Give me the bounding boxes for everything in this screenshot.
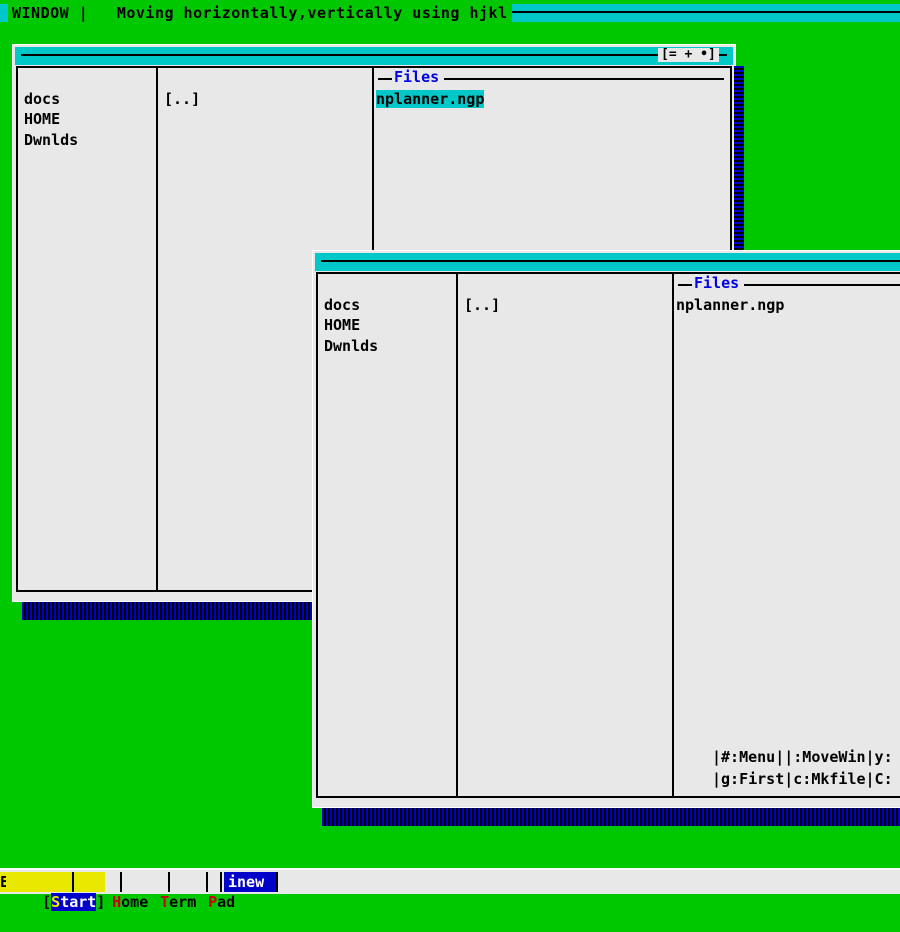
window-shadow-right — [734, 66, 744, 280]
topbar-accent-left — [0, 4, 8, 22]
task-home-hotkey: H — [112, 893, 122, 911]
task-pad-label: ad — [217, 893, 236, 911]
taskbar: E [Start] Home Term Pad inew — [0, 868, 900, 911]
file-manager-window-front[interactable]: docs HOME Dwnlds [..] Files nplanner.ngp… — [312, 250, 900, 830]
start-bracket-open: [ — [42, 893, 52, 911]
mode-label: WINDOW | Moving horizontally,vertically … — [12, 4, 508, 22]
start-hotkey: S — [51, 893, 61, 911]
window-shadow-bottom — [22, 602, 322, 620]
window-titlebar[interactable] — [15, 47, 733, 65]
files-header: Files — [674, 274, 900, 292]
list-item-parent-dir[interactable]: [..] — [464, 296, 500, 314]
list-item[interactable]: HOME — [24, 110, 60, 128]
files-title: Files — [692, 274, 742, 292]
top-status-bar: WINDOW | Moving horizontally,vertically … — [0, 0, 900, 28]
list-item-selected[interactable]: nplanner.ngp — [376, 90, 485, 108]
list-item[interactable]: Dwnlds — [324, 337, 378, 355]
files-header: Files — [374, 68, 730, 86]
keybind-hint-line-1: |#:Menu||:MoveWin|y: — [712, 748, 893, 766]
files-column: Files nplanner.ngp |#:Menu||:MoveWin|y: … — [674, 274, 900, 796]
window-titlebar[interactable] — [315, 253, 900, 271]
task-active-window[interactable]: inew — [224, 872, 276, 892]
topbar-accent-right — [512, 4, 900, 22]
places-column: docs HOME Dwnlds — [318, 274, 458, 796]
places-column: docs HOME Dwnlds — [18, 68, 158, 590]
list-item[interactable]: HOME — [324, 316, 360, 334]
files-title: Files — [392, 68, 442, 86]
list-item-parent-dir[interactable]: [..] — [164, 90, 200, 108]
window-shadow-bottom — [322, 808, 900, 826]
task-term-hotkey: T — [160, 893, 170, 911]
window-body: docs HOME Dwnlds [..] Files nplanner.ngp… — [316, 272, 900, 798]
task-pad-hotkey: P — [208, 893, 218, 911]
list-item[interactable]: nplanner.ngp — [676, 296, 784, 314]
list-item[interactable]: docs — [24, 90, 60, 108]
window-controls[interactable]: [= + •] — [658, 48, 719, 62]
keybind-hint-line-2: |g:First|c:Mkfile|C: — [712, 770, 893, 788]
list-item[interactable]: docs — [324, 296, 360, 314]
dirs-column: [..] — [458, 274, 674, 796]
list-item[interactable]: Dwnlds — [24, 131, 78, 149]
